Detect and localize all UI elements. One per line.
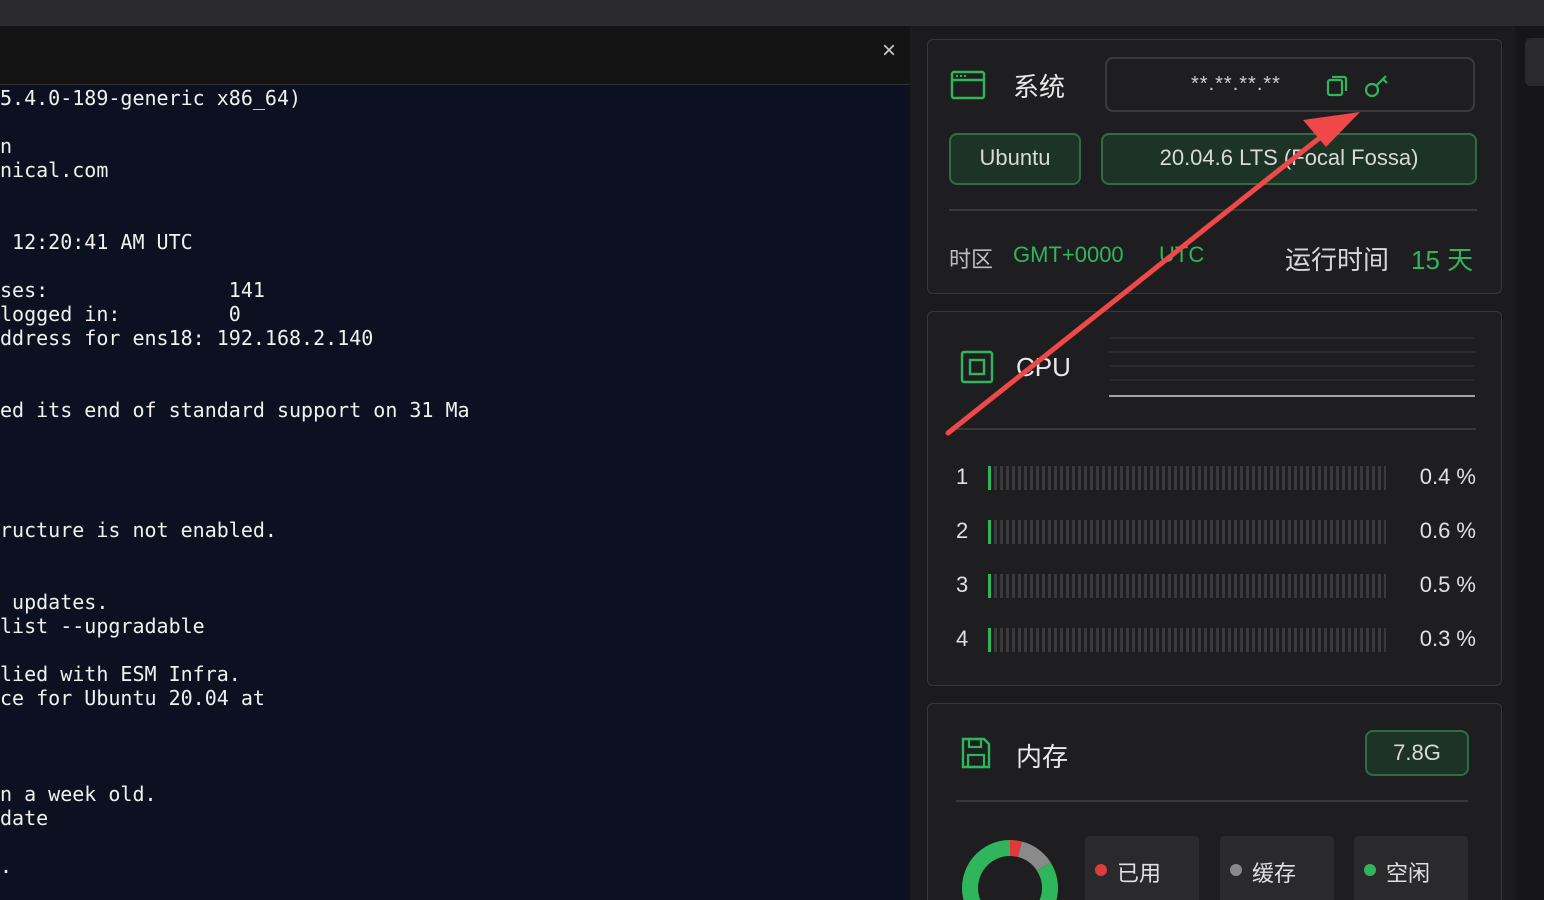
uptime-value: 15 天	[1411, 245, 1474, 275]
terminal-line: lied with ESM Infra.	[0, 662, 241, 686]
terminal-line: updates.	[0, 590, 109, 614]
cpu-panel: CPU 1 0.4 % 2 0.6 % 3 0.5 % 4 0.3 %	[927, 311, 1502, 686]
sidebar-tab-button[interactable]	[1525, 38, 1544, 86]
terminal-output[interactable]: 5.4.0-189-generic x86_64) n nical.com 12…	[0, 86, 910, 900]
copy-icon[interactable]	[1325, 74, 1349, 98]
cpu-core-fill	[988, 574, 991, 598]
os-name-badge: Ubuntu	[949, 133, 1081, 185]
cpu-core-index: 4	[956, 626, 969, 651]
legend-used[interactable]: 已用	[1085, 836, 1199, 900]
memory-donut-chart	[962, 840, 1058, 900]
legend-free[interactable]: 空闲	[1354, 836, 1468, 900]
used-dot-icon	[1095, 864, 1107, 876]
memory-panel: 内存 7.8G 已用 缓存 空闲	[927, 703, 1502, 900]
cpu-core-percent: 0.3 %	[1419, 626, 1476, 651]
cpu-core-bar	[988, 574, 1386, 598]
ip-address-masked: **.**.**.**	[1191, 73, 1281, 95]
cpu-core-index: 1	[956, 464, 969, 489]
terminal-line: ed its end of standard support on 31 Ma	[0, 398, 470, 422]
divider	[949, 209, 1477, 211]
cpu-core-percent: 0.4 %	[1419, 464, 1476, 489]
cpu-core-row: 2 0.6 %	[956, 516, 1476, 546]
legend-free-label: 空闲	[1386, 861, 1431, 886]
divider	[956, 428, 1476, 430]
cpu-core-bar	[988, 628, 1386, 652]
timezone-name: UTC	[1159, 242, 1205, 267]
os-version-badge: 20.04.6 LTS (Focal Fossa)	[1101, 133, 1477, 185]
terminal-line: ses: 141	[0, 278, 265, 302]
terminal-line: date	[0, 806, 49, 830]
donut-cache-slice	[1017, 841, 1051, 872]
legend-used-label: 已用	[1117, 861, 1162, 886]
timezone-value: GMT+0000	[1013, 242, 1124, 267]
cpu-core-index: 3	[956, 572, 969, 597]
cache-dot-icon	[1230, 864, 1242, 876]
floppy-disk-icon	[961, 737, 991, 769]
cpu-history-graph	[1109, 337, 1475, 397]
cpu-core-percent: 0.5 %	[1419, 572, 1476, 597]
cpu-core-fill	[988, 520, 991, 544]
system-panel: 系统 **.**.**.** Ubuntu 20.04.6 LTS (Focal…	[927, 39, 1502, 294]
terminal-line: n	[0, 134, 13, 158]
cpu-core-fill	[988, 466, 991, 490]
legend-cache[interactable]: 缓存	[1220, 836, 1334, 900]
terminal-line: .	[0, 854, 13, 878]
cpu-core-row: 3 0.5 %	[956, 570, 1476, 600]
uptime-label: 运行时间	[1285, 245, 1390, 275]
ip-address-box: **.**.**.**	[1105, 57, 1475, 112]
close-icon[interactable]: ×	[878, 39, 900, 63]
system-title: 系统	[1013, 72, 1066, 102]
window-topbar	[0, 0, 1544, 26]
cpu-core-fill	[988, 628, 991, 652]
cpu-core-index: 2	[956, 518, 969, 543]
cpu-core-row: 4 0.3 %	[956, 624, 1476, 654]
terminal-line: ructure is not enabled.	[0, 518, 277, 542]
free-dot-icon	[1364, 864, 1376, 876]
memory-total-badge: 7.8G	[1365, 730, 1469, 776]
terminal-line: ddress for ens18: 192.168.2.140	[0, 326, 374, 350]
cpu-core-bar	[988, 520, 1386, 544]
terminal-tabbar: ×	[0, 26, 910, 85]
terminal-pane[interactable]: × 5.4.0-189-generic x86_64) n nical.com …	[0, 26, 910, 900]
divider	[956, 800, 1468, 802]
terminal-line: n a week old.	[0, 782, 157, 806]
terminal-line: 5.4.0-189-generic x86_64)	[0, 86, 302, 110]
timezone-label: 时区	[949, 247, 994, 272]
cpu-core-bar	[988, 466, 1386, 490]
legend-cache-label: 缓存	[1252, 861, 1297, 886]
right-sidebar-strip	[1515, 26, 1544, 900]
donut-used-slice	[1009, 840, 1022, 858]
memory-title: 内存	[1016, 742, 1069, 772]
cpu-title: CPU	[1016, 352, 1071, 382]
terminal-line: logged in: 0	[0, 302, 241, 326]
terminal-line: nical.com	[0, 158, 109, 182]
cpu-chip-icon	[960, 350, 994, 384]
cpu-core-percent: 0.6 %	[1419, 518, 1476, 543]
browser-window-icon	[950, 70, 986, 100]
key-icon[interactable]	[1363, 73, 1391, 99]
terminal-line: list --upgradable	[0, 614, 205, 638]
terminal-line: 12:20:41 AM UTC	[0, 230, 193, 254]
cpu-core-row: 1 0.4 %	[956, 462, 1476, 492]
terminal-line: ce for Ubuntu 20.04 at	[0, 686, 265, 710]
